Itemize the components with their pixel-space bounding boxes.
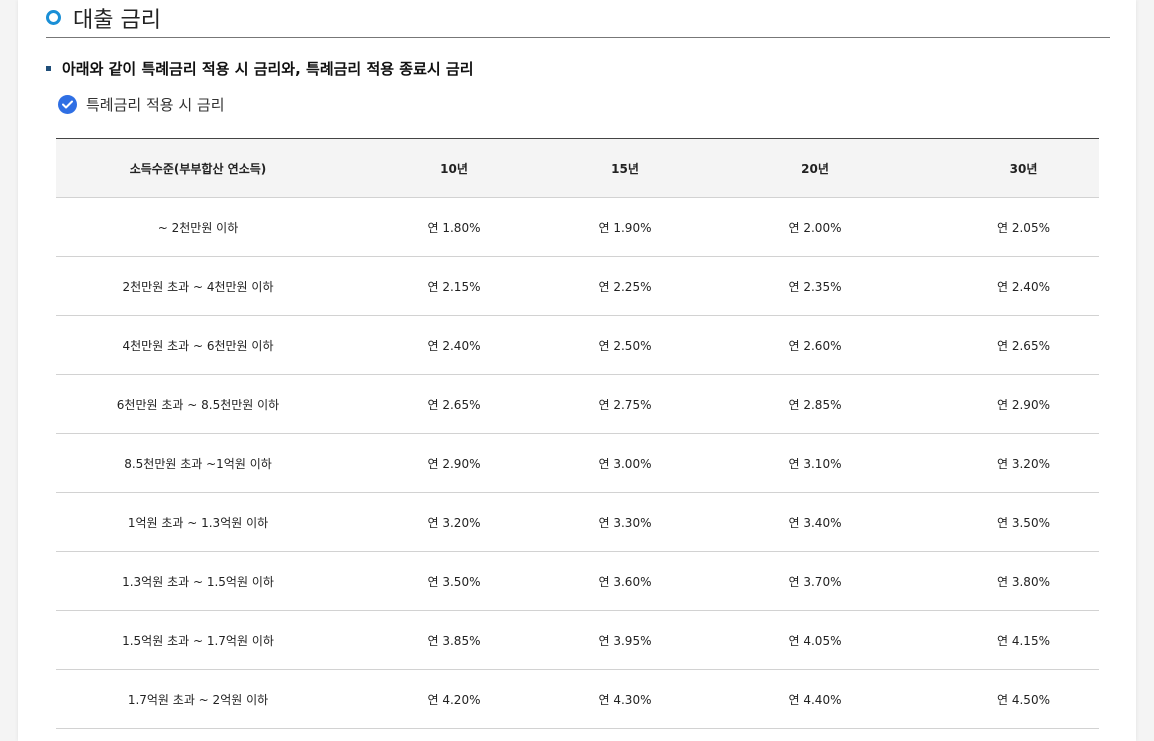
subheading-text: 아래와 같이 특례금리 적용 시 금리와, 특례금리 적용 종료시 금리 [62,60,474,78]
table-row: 4천만원 초과 ~ 6천만원 이하 연 2.40% 연 2.50% 연 2.60… [56,315,1099,375]
table-header-row: 소득수준(부부합산 연소득) 10년 15년 20년 30년 [56,138,1099,198]
rate-cell: 연 3.50% [948,492,1099,552]
rate-cell: 연 3.60% [568,551,682,611]
table-row: 1억원 초과 ~ 1.3억원 이하 연 3.20% 연 3.30% 연 3.40… [56,492,1099,552]
rate-cell: 연 2.65% [340,374,568,434]
rate-cell: 연 2.50% [568,315,682,375]
checked-heading-text: 특례금리 적용 시 금리 [86,96,225,114]
table-row: ~ 2천만원 이하 연 1.80% 연 1.90% 연 2.00% 연 2.05… [56,197,1099,257]
income-cell: 4천만원 초과 ~ 6천만원 이하 [56,315,340,375]
income-cell: ~ 2천만원 이하 [56,197,340,257]
rate-cell: 연 1.90% [568,197,682,257]
table-row: 6천만원 초과 ~ 8.5천만원 이하 연 2.65% 연 2.75% 연 2.… [56,374,1099,434]
rate-cell: 연 3.00% [568,433,682,493]
rate-cell: 연 2.15% [340,256,568,316]
table-row: 1.5억원 초과 ~ 1.7억원 이하 연 3.85% 연 3.95% 연 4.… [56,610,1099,670]
rate-cell: 연 3.20% [340,492,568,552]
ring-bullet-icon [46,10,61,25]
section-title: 대출 금리 [73,7,161,33]
table-row: 1.3억원 초과 ~ 1.5억원 이하 연 3.50% 연 3.60% 연 3.… [56,551,1099,611]
rate-cell: 연 4.50% [948,669,1099,729]
rate-cell: 연 3.10% [682,433,948,493]
rate-cell: 연 2.40% [948,256,1099,316]
section-header: 대출 금리 [46,0,1110,38]
income-cell: 1.5억원 초과 ~ 1.7억원 이하 [56,610,340,670]
income-cell: 8.5천만원 초과 ~1억원 이하 [56,433,340,493]
rate-cell: 연 3.70% [682,551,948,611]
check-circle-icon [58,95,77,114]
rate-cell: 연 3.85% [340,610,568,670]
rate-cell: 연 3.50% [340,551,568,611]
checked-heading: 특례금리 적용 시 금리 [58,94,225,115]
rate-cell: 연 3.40% [682,492,948,552]
header-20-year: 20년 [682,138,948,198]
rate-cell: 연 4.15% [948,610,1099,670]
rate-cell: 연 2.25% [568,256,682,316]
rate-cell: 연 4.20% [340,669,568,729]
income-cell: 6천만원 초과 ~ 8.5천만원 이하 [56,374,340,434]
rate-cell: 연 3.30% [568,492,682,552]
rate-cell: 연 2.00% [682,197,948,257]
square-bullet-icon [46,66,51,71]
header-15-year: 15년 [568,138,682,198]
subheading: 아래와 같이 특례금리 적용 시 금리와, 특례금리 적용 종료시 금리 [46,58,474,79]
income-cell: 1.3억원 초과 ~ 1.5억원 이하 [56,551,340,611]
rate-cell: 연 2.75% [568,374,682,434]
income-cell: 2천만원 초과 ~ 4천만원 이하 [56,256,340,316]
content-panel: 대출 금리 아래와 같이 특례금리 적용 시 금리와, 특례금리 적용 종료시 … [18,0,1136,741]
rate-cell: 연 4.05% [682,610,948,670]
rate-cell: 연 4.30% [568,669,682,729]
rate-cell: 연 3.20% [948,433,1099,493]
rate-cell: 연 3.95% [568,610,682,670]
rate-cell: 연 2.90% [340,433,568,493]
header-30-year: 30년 [948,138,1099,198]
rate-cell: 연 2.05% [948,197,1099,257]
rate-cell: 연 4.40% [682,669,948,729]
rate-table: 소득수준(부부합산 연소득) 10년 15년 20년 30년 ~ 2천만원 이하… [56,138,1099,729]
table-row: 2천만원 초과 ~ 4천만원 이하 연 2.15% 연 2.25% 연 2.35… [56,256,1099,316]
header-income-level: 소득수준(부부합산 연소득) [56,138,340,198]
rate-cell: 연 3.80% [948,551,1099,611]
income-cell: 1.7억원 초과 ~ 2억원 이하 [56,669,340,729]
rate-cell: 연 2.85% [682,374,948,434]
rate-cell: 연 2.35% [682,256,948,316]
table-row: 8.5천만원 초과 ~1억원 이하 연 2.90% 연 3.00% 연 3.10… [56,433,1099,493]
rate-cell: 연 2.65% [948,315,1099,375]
rate-cell: 연 2.90% [948,374,1099,434]
table-row: 1.7억원 초과 ~ 2억원 이하 연 4.20% 연 4.30% 연 4.40… [56,669,1099,729]
rate-cell: 연 2.60% [682,315,948,375]
income-cell: 1억원 초과 ~ 1.3억원 이하 [56,492,340,552]
rate-cell: 연 1.80% [340,197,568,257]
header-10-year: 10년 [340,138,568,198]
rate-cell: 연 2.40% [340,315,568,375]
